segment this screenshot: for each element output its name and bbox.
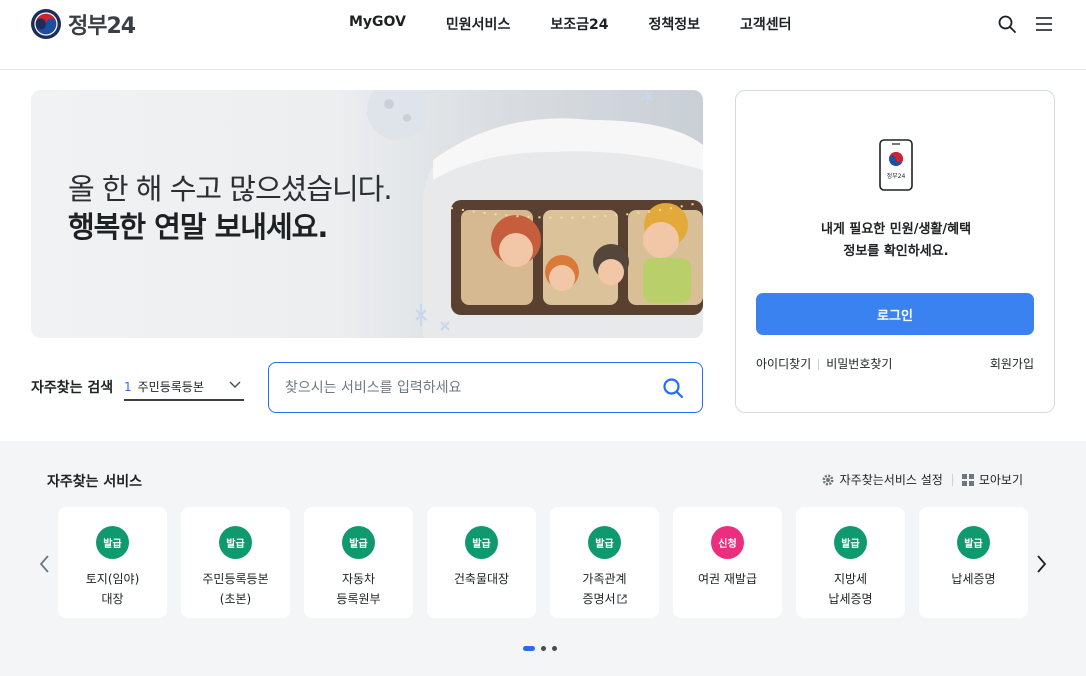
service-card-label-line1: 주민등록등본	[202, 572, 269, 586]
issue-badge: 발급	[834, 526, 867, 559]
service-card-resident-registration[interactable]: 발급 주민등록등본 (초본)	[181, 507, 290, 618]
service-tools: 자주찾는서비스 설정 모아보기	[821, 471, 1023, 488]
issue-badge: 발급	[588, 526, 621, 559]
service-card-label-line2: (초본)	[219, 592, 252, 606]
service-card-label: 건축물대장	[427, 569, 536, 589]
grid-icon	[961, 473, 974, 486]
service-card-tax-certificate[interactable]: 발급 납세증명	[919, 507, 1028, 618]
find-password-link[interactable]: 비밀번호찾기	[826, 357, 892, 371]
main-nav: MyGOV 민원서비스 보조금24 정책정보 고객센터	[349, 14, 832, 34]
issue-badge: 발급	[342, 526, 375, 559]
login-panel: 정부24 내게 필요한 민원/생활/혜택 정보를 확인하세요. 로그인 아이디찾…	[735, 90, 1055, 413]
issue-badge: 발급	[957, 526, 990, 559]
pagination-dot-1[interactable]	[523, 646, 535, 651]
service-card-building-register[interactable]: 발급 건축물대장	[427, 507, 536, 618]
frequent-services-section: 자주찾는 서비스 자주찾는서비스 설정 모아보기 발급 토지(임야) 대장 발급…	[0, 441, 1086, 676]
chevron-right-icon[interactable]	[1035, 553, 1049, 575]
hamburger-menu-icon[interactable]	[1034, 14, 1054, 34]
service-card-list: 발급 토지(임야) 대장 발급 주민등록등본 (초본) 발급 자동차 등록원부 …	[58, 507, 1028, 618]
issue-badge: 발급	[219, 526, 252, 559]
service-card-label-line1: 납세증명	[951, 572, 996, 586]
chevron-down-icon	[229, 381, 241, 388]
service-card-label-line1: 자동차	[341, 572, 376, 586]
service-card-passport-reissue[interactable]: 신청 여권 재발급	[673, 507, 782, 618]
service-card-label-line2: 증명서	[582, 592, 616, 606]
service-card-family-certificate[interactable]: 발급 가족관계 증명서	[550, 507, 659, 618]
taegeuk-logo-icon	[31, 9, 61, 39]
service-card-label-line1: 여권 재발급	[697, 572, 757, 586]
chevron-left-icon[interactable]	[37, 553, 51, 575]
login-message-line1: 내게 필요한 민원/생활/혜택	[820, 222, 972, 237]
find-id-link[interactable]: 아이디찾기	[756, 357, 811, 371]
view-all-button[interactable]: 모아보기	[961, 471, 1023, 488]
nav-subsidy24[interactable]: 보조금24	[550, 14, 608, 34]
carousel-pagination	[523, 646, 557, 651]
nav-civil-service[interactable]: 민원서비스	[446, 14, 510, 34]
login-message: 내게 필요한 민원/생활/혜택 정보를 확인하세요.	[736, 219, 1056, 263]
issue-badge: 발급	[465, 526, 498, 559]
pagination-dot-3[interactable]	[552, 646, 557, 651]
service-card-label-line2-wrap: 증명서	[550, 589, 659, 609]
service-card-label: 지방세 납세증명	[796, 569, 905, 609]
service-card-label-line2: 납세증명	[828, 592, 873, 606]
service-card-label-line1: 건축물대장	[453, 572, 510, 586]
service-card-label-line1: 가족관계	[582, 572, 627, 586]
service-card-label: 납세증명	[919, 569, 1028, 589]
service-card-local-tax-certificate[interactable]: 발급 지방세 납세증명	[796, 507, 905, 618]
service-card-label: 여권 재발급	[673, 569, 782, 589]
service-card-land-register[interactable]: 발급 토지(임야) 대장	[58, 507, 167, 618]
service-card-label-line2: 대장	[101, 592, 124, 606]
tools-divider	[951, 473, 953, 486]
frequent-search-select[interactable]: 1 주민등록등본	[124, 374, 244, 401]
banner-subheadline: 행복한 연말 보내세요.	[68, 210, 328, 244]
login-links: 아이디찾기 비밀번호찾기 회원가입	[756, 355, 1034, 372]
banner-headline: 올 한 해 수고 많으셨습니다.	[68, 172, 393, 206]
service-card-label: 가족관계 증명서	[550, 569, 659, 609]
nav-mygov[interactable]: MyGOV	[349, 14, 406, 34]
frequent-services-title: 자주찾는 서비스	[47, 474, 143, 490]
phone-app-label: 정부24	[887, 173, 906, 180]
link-divider	[818, 359, 820, 370]
frequent-search-label: 자주찾는 검색	[31, 380, 114, 396]
hero-banner[interactable]: 올 한 해 수고 많으셨습니다. 행복한 연말 보내세요.	[31, 90, 703, 338]
service-card-label: 토지(임야) 대장	[58, 569, 167, 609]
frequent-search-keyword: 주민등록등본	[137, 380, 204, 394]
service-card-label-line1: 토지(임야)	[85, 572, 140, 586]
service-card-label-line1: 지방세	[833, 572, 868, 586]
service-card-label-line2: 등록원부	[336, 592, 381, 606]
search-box	[268, 362, 703, 413]
search-button-icon[interactable]	[662, 377, 684, 399]
issue-badge: 발급	[96, 526, 129, 559]
service-card-label: 주민등록등본 (초본)	[181, 569, 290, 609]
gear-icon	[822, 474, 834, 485]
mobile-phone-icon: 정부24	[879, 139, 913, 191]
apply-badge: 신청	[711, 526, 744, 559]
service-settings-label: 자주찾는서비스 설정	[839, 473, 943, 487]
frequent-search-rank: 1	[124, 379, 132, 394]
service-card-label: 자동차 등록원부	[304, 569, 413, 609]
pagination-dot-2[interactable]	[541, 646, 546, 651]
nav-policy-info[interactable]: 정책정보	[648, 14, 700, 34]
join-link[interactable]: 회원가입	[990, 355, 1034, 372]
external-link-icon	[617, 594, 627, 604]
search-input[interactable]	[285, 379, 645, 396]
view-all-label: 모아보기	[978, 473, 1023, 487]
login-message-line2: 정보를 확인하세요.	[843, 244, 949, 259]
service-card-vehicle-register[interactable]: 발급 자동차 등록원부	[304, 507, 413, 618]
search-icon[interactable]	[997, 14, 1017, 34]
service-settings-button[interactable]: 자주찾는서비스 설정	[821, 471, 943, 488]
nav-customer-center[interactable]: 고객센터	[740, 14, 792, 34]
site-logo[interactable]: 정부24	[30, 8, 136, 40]
header: 정부24 MyGOV 민원서비스 보조금24 정책정보 고객센터	[0, 0, 1086, 70]
login-button[interactable]: 로그인	[756, 293, 1034, 335]
logo-text: 정부24	[68, 14, 136, 39]
